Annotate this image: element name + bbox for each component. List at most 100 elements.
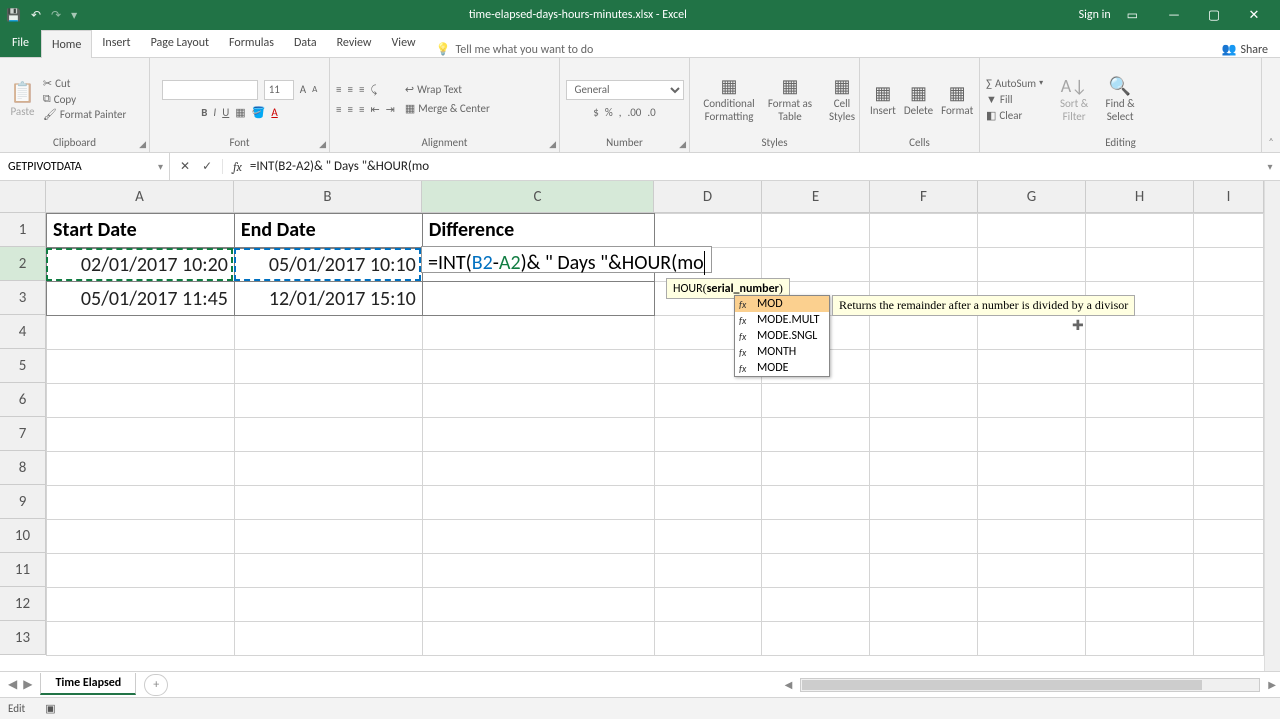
autocomplete-item-MODE.MULT[interactable]: fxMODE.MULT [735,312,829,328]
active-cell-editor[interactable]: =INT(B2-A2)& " Days "&HOUR(mo [421,246,712,273]
select-all-corner[interactable] [0,181,46,213]
sheet-tab-active[interactable]: Time Elapsed [40,673,136,695]
align-right-icon[interactable]: ≡ [359,103,364,116]
increase-font-icon[interactable]: A [300,83,306,96]
cell-G4[interactable] [978,316,1086,350]
clear-button[interactable]: ◧Clear [986,109,1043,122]
cell-H9[interactable] [1086,486,1194,520]
cell-G9[interactable] [978,486,1086,520]
autocomplete-item-MONTH[interactable]: fxMONTH [735,344,829,360]
cell-E11[interactable] [762,554,870,588]
col-header-G[interactable]: G [978,181,1086,212]
indent-dec-icon[interactable]: ⇤ [370,103,379,116]
cell-A13[interactable] [47,622,235,656]
cell-B7[interactable] [234,418,422,452]
align-center-icon[interactable]: ≡ [347,103,352,116]
col-header-A[interactable]: A [46,181,234,212]
row-header-12[interactable]: 12 [0,587,46,621]
cell-D8[interactable] [654,452,762,486]
inc-decimal-icon[interactable]: .00 [627,106,641,119]
cell-C8[interactable] [422,452,654,486]
cell-E6[interactable] [762,384,870,418]
cell-I12[interactable] [1193,588,1263,622]
fill-color-icon[interactable]: 🪣 [252,106,266,119]
sheet-nav-next-icon[interactable]: ▶ [23,677,32,692]
cell-A4[interactable] [47,316,235,350]
cell-F7[interactable] [870,418,978,452]
row-header-9[interactable]: 9 [0,485,46,519]
name-box[interactable]: GETPIVOTDATA▾ [0,153,170,180]
cell-D1[interactable] [654,214,762,248]
sheet-nav-prev-icon[interactable]: ◀ [8,677,17,692]
row-header-1[interactable]: 1 [0,213,46,247]
find-select-button[interactable]: 🔍Find & Select [1097,73,1143,125]
col-header-D[interactable]: D [654,181,762,212]
cell-H7[interactable] [1086,418,1194,452]
cell-styles-button[interactable]: ▦Cell Styles [818,73,866,125]
cell-E1[interactable] [762,214,870,248]
cell-F4[interactable] [870,316,978,350]
fx-icon[interactable]: fx [233,160,242,174]
cell-B1[interactable]: End Date [234,214,422,248]
cell-D7[interactable] [654,418,762,452]
delete-cells-button[interactable]: ▦Delete [900,80,937,119]
cell-E7[interactable] [762,418,870,452]
autocomplete-item-MODE.SNGL[interactable]: fxMODE.SNGL [735,328,829,344]
cell-D12[interactable] [654,588,762,622]
cell-F1[interactable] [870,214,978,248]
insert-cells-button[interactable]: ▦Insert [866,80,900,119]
alignment-launcher-icon[interactable]: ◢ [549,139,556,150]
tab-insert[interactable]: Insert [92,29,140,57]
cut-button[interactable]: ✂Cut [43,77,126,90]
tell-me-box[interactable]: 💡Tell me what you want to do [426,42,1210,57]
cell-C5[interactable] [422,350,654,384]
conditional-formatting-button[interactable]: ▦Conditional Formatting [696,73,762,125]
save-icon[interactable]: 💾 [6,8,21,23]
sort-filter-button[interactable]: A↓Sort & Filter [1051,73,1097,125]
decrease-font-icon[interactable]: A [312,84,317,95]
cell-D9[interactable] [654,486,762,520]
cell-D10[interactable] [654,520,762,554]
cell-I7[interactable] [1193,418,1263,452]
cell-E10[interactable] [762,520,870,554]
row-header-13[interactable]: 13 [0,621,46,655]
cell-C12[interactable] [422,588,654,622]
cell-B9[interactable] [234,486,422,520]
cell-I6[interactable] [1193,384,1263,418]
format-cells-button[interactable]: ▦Format [937,80,977,119]
cell-F2[interactable] [870,248,978,282]
align-left-icon[interactable]: ≡ [336,103,341,116]
macro-record-icon[interactable]: ▣ [45,702,55,715]
col-header-B[interactable]: B [234,181,422,212]
cell-C13[interactable] [422,622,654,656]
cell-C9[interactable] [422,486,654,520]
orientation-icon[interactable]: ⤹ [370,83,377,97]
row-header-4[interactable]: 4 [0,315,46,349]
tab-data[interactable]: Data [284,29,327,57]
cell-B5[interactable] [234,350,422,384]
number-launcher-icon[interactable]: ◢ [679,139,686,150]
cell-I2[interactable] [1193,248,1263,282]
cell-F5[interactable] [870,350,978,384]
collapse-ribbon-icon[interactable]: ˄ [1262,58,1280,152]
cell-B11[interactable] [234,554,422,588]
cell-I1[interactable] [1193,214,1263,248]
cell-C4[interactable] [422,316,654,350]
cell-H2[interactable] [1086,248,1194,282]
cell-H10[interactable] [1086,520,1194,554]
cell-I5[interactable] [1193,350,1263,384]
dec-decimal-icon[interactable]: .0 [647,106,655,119]
align-top-icon[interactable]: ≡ [336,83,341,96]
underline-button[interactable]: U [222,106,229,119]
sign-in-link[interactable]: Sign in [1079,8,1111,22]
bold-button[interactable]: B [201,106,207,119]
cell-H4[interactable] [1086,316,1194,350]
cell-A9[interactable] [47,486,235,520]
cell-G5[interactable] [978,350,1086,384]
indent-inc-icon[interactable]: ⇥ [386,103,395,116]
cell-C7[interactable] [422,418,654,452]
cell-D11[interactable] [654,554,762,588]
cell-G10[interactable] [978,520,1086,554]
hscroll-left-icon[interactable]: ◀ [785,678,793,691]
horizontal-scrollbar[interactable]: ◀ ▶ [168,678,1280,692]
